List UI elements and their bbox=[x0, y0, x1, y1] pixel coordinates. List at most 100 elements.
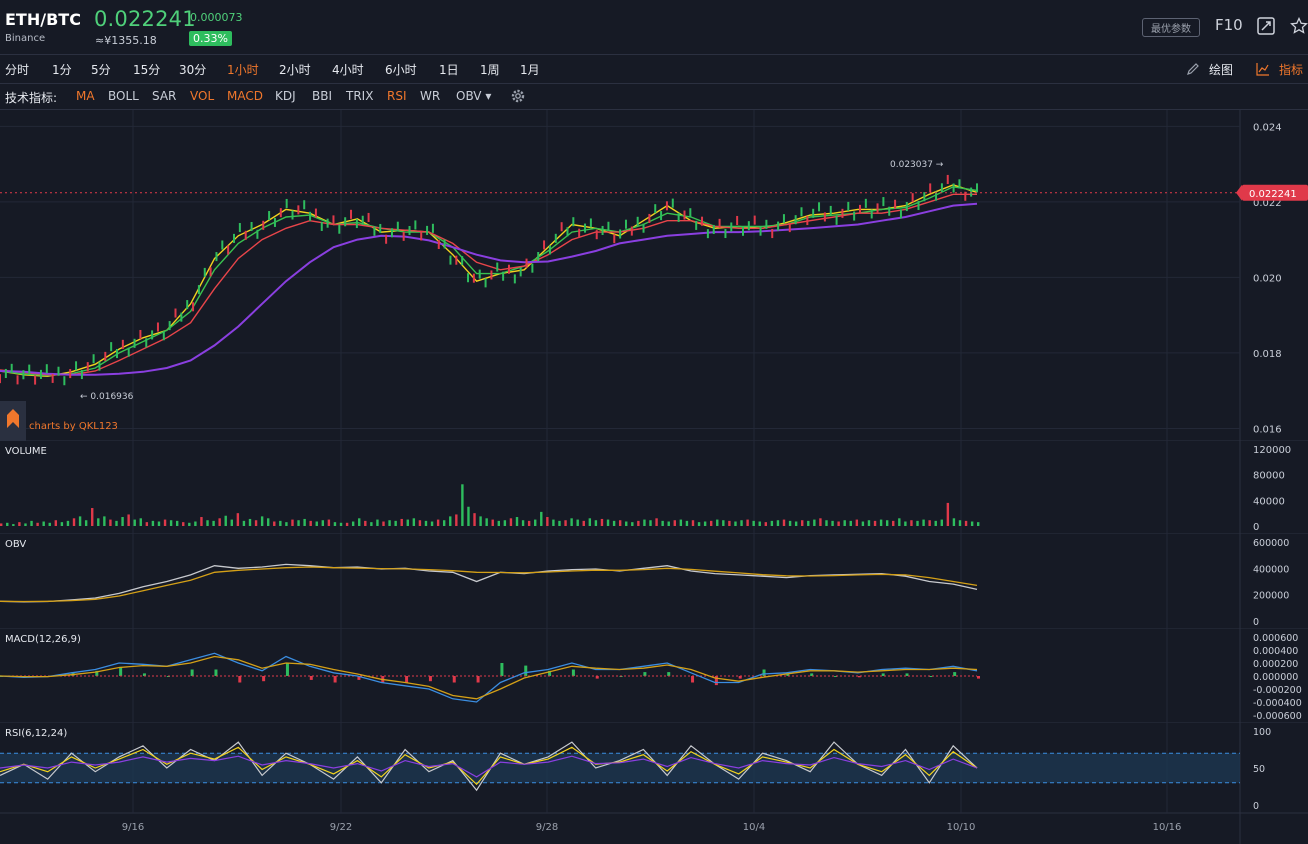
volume-bar bbox=[752, 520, 755, 526]
indicator-toggle[interactable]: MACD bbox=[227, 89, 263, 103]
volume-bar bbox=[182, 522, 185, 526]
indicator-toggle[interactable]: SAR bbox=[152, 89, 176, 103]
timeframe-tab[interactable]: 1小时 bbox=[227, 61, 259, 78]
volume-bar bbox=[242, 520, 246, 526]
macd-hist-bar bbox=[238, 676, 242, 683]
volume-bar bbox=[309, 520, 312, 526]
volume-bar bbox=[916, 520, 919, 526]
timeframe-tab[interactable]: 5分 bbox=[91, 61, 111, 78]
volume-bar bbox=[78, 516, 82, 526]
last-price-tag-label: 0.022241 bbox=[1249, 189, 1297, 200]
timeframe-tab[interactable]: 1周 bbox=[480, 61, 500, 78]
y-tick-label: 50 bbox=[1253, 764, 1265, 775]
volume-bar bbox=[600, 518, 604, 526]
macd-hist-bar bbox=[762, 669, 766, 676]
volume-bar bbox=[339, 522, 343, 526]
macd-hist-bar bbox=[262, 676, 266, 682]
volume-bar bbox=[467, 506, 470, 526]
macd-hist-bar bbox=[428, 676, 432, 682]
volume-bar bbox=[291, 519, 294, 526]
y-tick-label: 0.020 bbox=[1253, 273, 1282, 284]
volume-bar bbox=[728, 520, 731, 526]
volume-bar bbox=[734, 521, 737, 526]
volume-bar bbox=[103, 516, 106, 526]
macd-hist-bar bbox=[214, 669, 218, 676]
timeframe-tab[interactable]: 4小时 bbox=[332, 61, 364, 78]
draw-tool-button[interactable]: 绘图 bbox=[1209, 61, 1233, 78]
watermark-text: charts by QKL123 bbox=[29, 421, 118, 432]
macd-hist-bar bbox=[643, 672, 647, 676]
volume-bar bbox=[212, 520, 215, 526]
chart-line-icon[interactable] bbox=[1256, 62, 1270, 76]
timeframe-tab[interactable]: 分时 bbox=[5, 61, 29, 78]
macd-hist-bar bbox=[309, 676, 313, 680]
y-tick-label: 0.000200 bbox=[1253, 659, 1298, 670]
volume-bar bbox=[885, 520, 889, 526]
volume-bar bbox=[618, 520, 622, 526]
volume-bar bbox=[66, 520, 70, 526]
chart-area[interactable]: 9/16 9/22 9/28 10/4 10/10 10/160.0240.0220.02… bbox=[0, 110, 1308, 844]
volume-bar bbox=[388, 520, 391, 526]
percent-change-badge: 0.33% bbox=[189, 31, 232, 46]
volume-bar bbox=[716, 519, 719, 526]
indicator-toggle[interactable]: OBV ▾ bbox=[456, 89, 491, 103]
volume-bar bbox=[303, 518, 306, 526]
indicator-toggle[interactable]: WR bbox=[420, 89, 440, 103]
optimal-params-button[interactable]: 最优参数 bbox=[1142, 18, 1200, 37]
indicator-toggle[interactable]: BOLL bbox=[108, 89, 139, 103]
indicator-toggle[interactable]: MA bbox=[76, 89, 95, 103]
volume-bar bbox=[849, 520, 852, 526]
volume-bar bbox=[582, 520, 585, 526]
y-tick-label: 0.016 bbox=[1253, 424, 1282, 435]
volume-bar bbox=[376, 519, 379, 526]
volume-bar bbox=[910, 520, 913, 526]
indicator-toggle[interactable]: TRIX bbox=[346, 89, 373, 103]
volume-bar bbox=[606, 519, 610, 526]
timeframe-tab[interactable]: 1月 bbox=[520, 61, 540, 78]
macd-hist-bar bbox=[190, 669, 194, 676]
indicator-toggle[interactable]: RSI bbox=[387, 89, 407, 103]
indicator-toggle[interactable]: KDJ bbox=[275, 89, 296, 103]
indicator-tool-button[interactable]: 指标 bbox=[1279, 61, 1303, 78]
x-tick-label: 10/10 bbox=[947, 822, 976, 833]
volume-bar bbox=[412, 518, 416, 526]
macd-hist-bar bbox=[405, 676, 409, 683]
timeframe-tab[interactable]: 6小时 bbox=[385, 61, 417, 78]
timeframe-tab[interactable]: 15分 bbox=[133, 61, 160, 78]
f10-button[interactable]: F10 bbox=[1215, 16, 1243, 34]
volume-bar bbox=[145, 522, 149, 526]
volume-bar bbox=[267, 518, 270, 526]
low-price-label: ← 0.016936 bbox=[80, 392, 134, 402]
volume-bar bbox=[36, 522, 39, 526]
volume-bar bbox=[873, 520, 877, 526]
volume-bar bbox=[898, 518, 901, 526]
expand-icon[interactable] bbox=[1257, 17, 1275, 35]
volume-bar bbox=[151, 520, 155, 526]
pair-name[interactable]: ETH/BTC bbox=[5, 10, 81, 29]
indicator-toggle[interactable]: VOL bbox=[190, 89, 214, 103]
volume-bar bbox=[855, 519, 859, 526]
last-price: 0.022241 bbox=[94, 7, 196, 31]
volume-bar bbox=[679, 519, 683, 526]
y-tick-label: 0.024 bbox=[1253, 122, 1282, 133]
pencil-icon[interactable] bbox=[1186, 62, 1200, 76]
volume-bar bbox=[977, 522, 980, 526]
volume-bar bbox=[794, 521, 798, 526]
star-icon[interactable] bbox=[1290, 17, 1308, 35]
volume-bar bbox=[485, 518, 488, 526]
y-tick-label: 0.000600 bbox=[1253, 633, 1298, 644]
timeframe-tab[interactable]: 2小时 bbox=[279, 61, 311, 78]
indicator-toggle[interactable]: BBI bbox=[312, 89, 332, 103]
timeframe-tab[interactable]: 30分 bbox=[179, 61, 206, 78]
macd-hist-bar bbox=[476, 676, 480, 683]
settings-gear-icon[interactable] bbox=[510, 88, 526, 104]
panel-bg bbox=[0, 110, 1308, 441]
volume-bar bbox=[782, 519, 786, 526]
timeframe-tab[interactable]: 1分 bbox=[52, 61, 72, 78]
volume-bar bbox=[0, 523, 3, 526]
macd-hist-bar bbox=[452, 676, 456, 683]
volume-bar bbox=[831, 520, 834, 526]
timeframe-tab[interactable]: 1日 bbox=[439, 61, 459, 78]
macd-hist-bar bbox=[953, 672, 957, 676]
volume-bar bbox=[703, 521, 707, 526]
